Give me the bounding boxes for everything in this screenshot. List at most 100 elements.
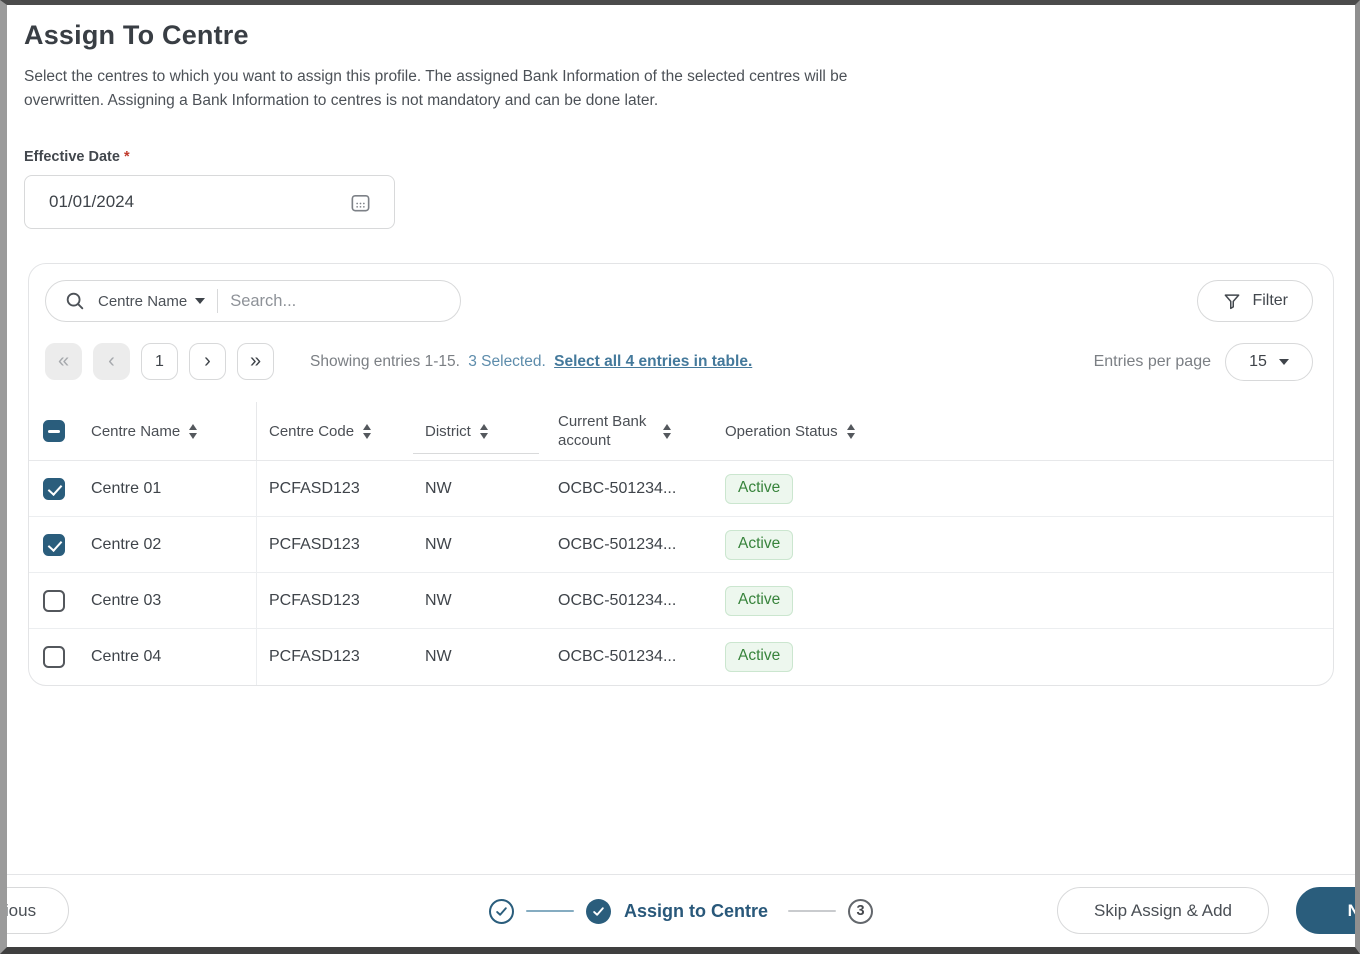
step-3-icon: 3 [848,898,874,924]
sort-icon [363,423,372,439]
table-header-row: Centre Name Centre Code District Current… [29,402,1333,461]
effective-date-label: Effective Date * [24,149,1355,165]
chevron-down-icon [195,298,206,304]
pagination-page-button[interactable]: 1 [141,343,178,380]
calendar-icon[interactable] [349,191,372,214]
row-select-cell [29,573,79,628]
row-select-cell [29,629,79,685]
window-frame: Assign To Centre Select the centres to w… [0,0,1360,954]
operation-status-cell: Active [713,517,1333,572]
bank-account-cell: OCBC-501234... [558,648,677,665]
double-chevron-left-icon: « [57,349,70,372]
status-badge: Active [725,642,794,672]
column-header-current-bank-account[interactable]: Current Bank account [546,402,713,460]
effective-date-label-text: Effective Date [24,149,120,165]
search-input[interactable] [230,291,446,311]
table-row[interactable]: Centre 03 PCFASD123 NW OCBC-501234... Ac… [29,573,1333,629]
pagination-bar: « ‹ 1 › » Showing entries 1-15. 3 Select… [29,342,1333,381]
bank-account-cell: OCBC-501234... [558,591,677,609]
skip-assign-button[interactable]: Skip Assign & Add [1057,887,1269,934]
bank-account-cell: OCBC-501234... [558,479,677,497]
effective-date-input[interactable] [25,192,349,212]
double-chevron-right-icon: » [249,349,262,372]
select-all-link[interactable]: Select all 4 entries in table. [554,353,752,370]
row-checkbox[interactable] [43,589,65,612]
sort-icon [479,423,488,439]
entries-per-page-control: Entries per page 15 [1093,342,1313,381]
search-divider [217,289,219,313]
table-toolbar: Centre Name Filter [29,264,1333,322]
row-checkbox[interactable] [43,533,65,556]
centre-name-cell: Centre 01 [91,479,162,497]
chevron-down-icon [1278,358,1289,365]
pagination-last-button[interactable]: » [237,343,274,380]
step-1-completed-icon [488,898,514,924]
search-category-dropdown[interactable]: Centre Name [98,292,206,310]
chevron-left-icon: ‹ [108,349,115,372]
pagination-prev-button[interactable]: ‹ [93,343,130,380]
district-cell: NW [425,648,452,665]
filter-button[interactable]: Filter [1197,280,1313,322]
assign-to-centre-page: Assign To Centre Select the centres to w… [7,5,1355,947]
step-2-label: Assign to Centre [623,900,769,921]
entries-per-page-value: 15 [1249,352,1267,370]
district-cell: NW [425,535,452,553]
table-row[interactable]: Centre 02 PCFASD123 NW OCBC-501234... Ac… [29,517,1333,573]
next-button[interactable]: Next [1296,887,1355,934]
centre-name-cell: Centre 02 [91,535,162,553]
centre-name-cell: Centre 04 [91,648,162,665]
table-row[interactable]: Centre 01 PCFASD123 NW OCBC-501234... Ac… [29,461,1333,517]
page-description: Select the centres to which you want to … [24,68,848,109]
table-body: Centre 01 PCFASD123 NW OCBC-501234... Ac… [29,461,1333,685]
select-all-checkbox[interactable] [43,420,65,442]
sort-icon [846,423,855,439]
pagination-next-button[interactable]: › [189,343,226,380]
filter-icon [1222,291,1242,311]
pagination-first-button[interactable]: « [45,343,82,380]
required-asterisk: * [123,149,130,165]
step-2-current-icon [585,898,611,924]
select-all-cell [29,402,79,460]
centre-code-cell: PCFASD123 [256,573,413,628]
footer-bar: Previous Assign to Centre 3 Skip Assign … [7,874,1355,947]
centre-code-cell: PCFASD123 [256,629,413,685]
status-badge: Active [725,529,794,560]
stepper-connector [525,909,574,913]
operation-status-cell: Active [713,461,1333,516]
bank-account-cell: OCBC-501234... [558,535,677,553]
sort-icon [663,423,671,439]
operation-status-cell: Active [713,629,1333,685]
showing-entries-text: Showing entries 1-15. [310,352,460,370]
search-icon [64,290,86,312]
search-category-value: Centre Name [98,292,188,310]
row-checkbox[interactable] [43,646,65,668]
centre-code-cell: PCFASD123 [256,517,413,572]
centres-table-card: Centre Name Filter « ‹ [28,263,1334,686]
operation-status-cell: Active [713,573,1333,628]
column-header-centre-name[interactable]: Centre Name [79,402,256,460]
row-select-cell [29,461,79,516]
table-row[interactable]: Centre 04 PCFASD123 NW OCBC-501234... Ac… [29,629,1333,685]
page-title: Assign To Centre [24,20,249,50]
chevron-right-icon: › [204,349,211,372]
centre-code-cell: PCFASD123 [256,461,413,516]
entries-per-page-dropdown[interactable]: 15 [1225,342,1313,381]
entries-per-page-label: Entries per page [1093,352,1211,370]
centre-name-cell: Centre 03 [91,591,162,609]
stepper-connector [788,909,837,913]
row-select-cell [29,517,79,572]
column-header-operation-status[interactable]: Operation Status [713,402,1333,460]
status-badge: Active [725,473,794,504]
row-checkbox[interactable] [43,477,65,500]
selected-count-text: 3 Selected. [468,352,546,370]
filter-button-label: Filter [1252,292,1288,309]
district-cell: NW [425,479,452,497]
search-bar[interactable]: Centre Name [45,280,461,322]
column-header-centre-code[interactable]: Centre Code [256,402,413,460]
pagination-status: Showing entries 1-15. 3 Selected. Select… [310,353,752,371]
column-header-district[interactable]: District [413,402,546,460]
district-cell: NW [425,591,452,609]
sort-icon [189,423,198,439]
effective-date-field[interactable] [24,175,395,229]
status-badge: Active [725,585,794,616]
